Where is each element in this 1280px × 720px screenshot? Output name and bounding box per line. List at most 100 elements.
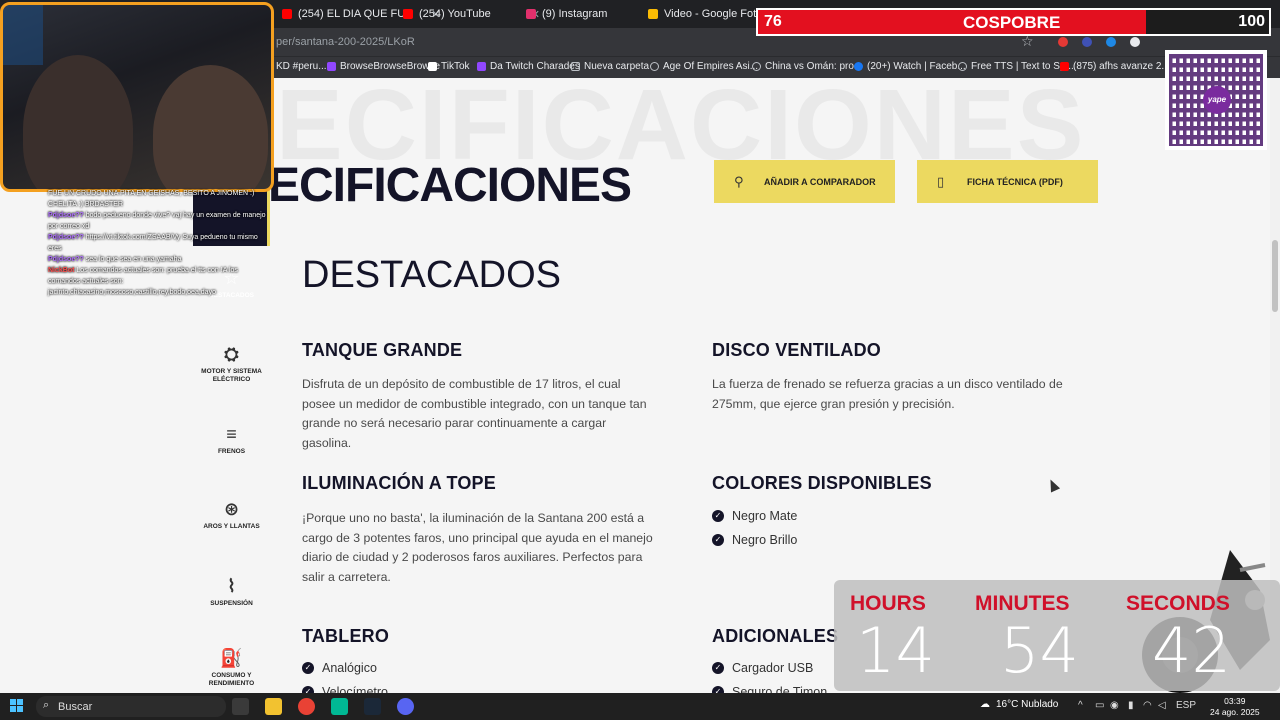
discord-icon[interactable] [397, 698, 414, 715]
goal-current: 76 [764, 13, 782, 30]
system-clock[interactable]: 03:39 24 ago. 2025 [1210, 696, 1260, 718]
windows-start-icon[interactable] [10, 699, 24, 713]
list-item: ✓ Velocímetro [302, 685, 388, 693]
bookmark-item[interactable]: (875) afhs avanze 2... [1060, 61, 1170, 72]
bookmark-icon [327, 62, 336, 71]
file-explorer-icon[interactable] [265, 698, 282, 715]
check-icon: ✓ [712, 534, 724, 546]
stream-chat: FUE UN CRUDO UNA PITA EN GEISHAS, BESITO… [48, 188, 272, 298]
chat-message: FUE UN CRUDO UNA PITA EN GEISHAS, BESITO… [48, 190, 255, 208]
weather-widget[interactable]: ☁ 16°C Nublado [980, 699, 1058, 710]
seconds-value: 42 [1152, 614, 1231, 687]
extension-icon[interactable] [1106, 37, 1116, 47]
nav-item-frenos[interactable]: ≡ FRENOS [193, 424, 270, 456]
streamer-silhouette [23, 55, 133, 189]
youtube-icon [403, 9, 413, 19]
goal-progress-fill [758, 10, 1146, 34]
extension-icon[interactable] [1130, 37, 1140, 47]
feature-title: TANQUE GRANDE [302, 340, 463, 360]
minutes-value: 54 [1000, 614, 1079, 687]
button-label: FICHA TÉCNICA (PDF) [967, 176, 1063, 187]
list-item: ✓ Negro Mate [712, 509, 797, 523]
chevron-up-icon[interactable]: ^ [1078, 700, 1083, 711]
task-view-icon[interactable] [232, 698, 249, 715]
cloud-icon: ☁ [980, 699, 990, 710]
wheel-icon: ⊛ [223, 499, 240, 519]
nav-item-consumo[interactable]: ⛽ CONSUMO Y RENDIMIENTO [193, 648, 270, 688]
globe-icon [752, 62, 761, 71]
chrome-icon[interactable] [298, 698, 315, 715]
tab-youtube[interactable]: (254) YouTube ✕ [403, 4, 540, 24]
extension-icon[interactable] [1058, 37, 1068, 47]
google-photos-icon [648, 9, 658, 19]
volume-icon[interactable]: ◁ [1158, 700, 1166, 711]
chat-message: Pdjdsoe?? https://vt.tiktok.com/ZSAAB/Vy… [48, 234, 258, 252]
bookmark-item[interactable]: Age Of Empires Asi... [650, 61, 758, 72]
check-icon: ✓ [302, 686, 314, 693]
twitch-icon [477, 62, 486, 71]
tab-google-photos[interactable]: Video - Google Fotos [648, 4, 768, 24]
countdown-timer: HOURS MINUTES SECONDS 14 54 42 [834, 580, 1280, 691]
windows-taskbar: ⌕ Buscar ☁ 16°C Nublado ^ ▭ ◉ ▮ ◠ ◁ ESP … [0, 693, 1280, 720]
bookmark-item[interactable]: KD #peru... [276, 61, 327, 72]
check-icon: ✓ [712, 510, 724, 522]
globe-icon [958, 62, 967, 71]
feature-title: ADICIONALES [712, 626, 839, 646]
datasheet-pdf-button[interactable]: ▯ FICHA TÉCNICA (PDF) [917, 160, 1098, 203]
goal-title: COSPOBRE [963, 13, 1061, 32]
background-light [3, 5, 43, 65]
engine-icon: ⛭ [224, 344, 239, 364]
extension-icon[interactable] [1082, 37, 1092, 47]
language-indicator[interactable]: ESP [1176, 700, 1196, 711]
app-icon[interactable] [331, 698, 348, 715]
bookmark-item[interactable]: TikTok [428, 61, 470, 72]
globe-icon [650, 62, 659, 71]
bookmark-item[interactable]: Nueva carpeta [571, 61, 649, 72]
goal-bar: 76 COSPOBRE 100 [756, 8, 1271, 36]
streamer-silhouette [153, 65, 268, 189]
folder-icon [571, 62, 580, 71]
bookmark-item[interactable]: Free TTS | Text to Sp... [958, 61, 1074, 72]
feature-description: La fuerza de frenado se refuerza gracias… [712, 377, 1063, 411]
bookmark-item[interactable]: (20+) Watch | Faceb... [854, 61, 966, 72]
nav-item-motor[interactable]: ⛭ MOTOR Y SISTEMA ELÉCTRICO [193, 344, 270, 384]
steam-icon[interactable] [364, 698, 381, 715]
section-title: ECIFICACIONES [268, 159, 632, 212]
scrollbar-thumb[interactable] [1272, 240, 1278, 312]
chat-message: NickBot Los comandos actuales son: prueb… [48, 267, 238, 296]
screen: (254) EL DIA QUE FU ✕ (254) YouTube ✕ (9… [0, 0, 1280, 720]
yape-logo: yape [1203, 86, 1231, 114]
goal-target: 100 [1238, 13, 1265, 30]
button-label: AÑADIR A COMPARADOR [764, 176, 876, 187]
nav-item-suspension[interactable]: ⌇ SUSPENSIÓN [193, 576, 270, 608]
clock-time: 03:39 [1224, 696, 1246, 706]
url-text[interactable]: per/santana-200-2025/LKoR [276, 36, 415, 48]
feature-title: DISCO VENTILADO [712, 340, 882, 360]
feature-title: ILUMINACIÓN A TOPE [302, 473, 496, 493]
microphone-icon[interactable]: ▮ [1128, 700, 1134, 711]
brake-icon: ≡ [226, 424, 237, 444]
clock-date: 24 ago. 2025 [1210, 707, 1260, 717]
check-icon: ✓ [712, 662, 724, 674]
tab-label: Video - Google Fotos [664, 8, 768, 20]
fuel-icon: ⛽ [220, 648, 243, 668]
bookmark-item[interactable]: BrowseBrowseBrowse [327, 61, 440, 72]
motorcycle-icon: ⚲ [734, 173, 744, 189]
nav-item-aros[interactable]: ⊛ AROS Y LLANTAS [193, 499, 270, 531]
feature-title: COLORES DISPONIBLES [712, 473, 932, 493]
pdf-icon: ▯ [937, 173, 945, 189]
bookmark-item[interactable]: Da Twitch Charades [477, 61, 580, 72]
webcam-overlay [0, 2, 274, 192]
list-item: ✓ Negro Brillo [712, 533, 797, 547]
taskbar-search[interactable]: ⌕ Buscar [36, 696, 226, 717]
tray-icon[interactable]: ◉ [1110, 700, 1119, 711]
tray-icon[interactable]: ▭ [1095, 700, 1104, 711]
wifi-icon[interactable]: ◠ [1143, 700, 1152, 711]
search-placeholder: Buscar [58, 700, 93, 713]
tab-instagram[interactable]: (9) Instagram ✕ [526, 4, 657, 24]
instagram-icon [526, 9, 536, 19]
add-to-compare-button[interactable]: ⚲ AÑADIR A COMPARADOR [714, 160, 895, 203]
list-item: ✓ Analógico [302, 661, 377, 675]
bookmark-item[interactable]: China vs Omán: pro... [752, 61, 862, 72]
youtube-icon [1060, 62, 1069, 71]
